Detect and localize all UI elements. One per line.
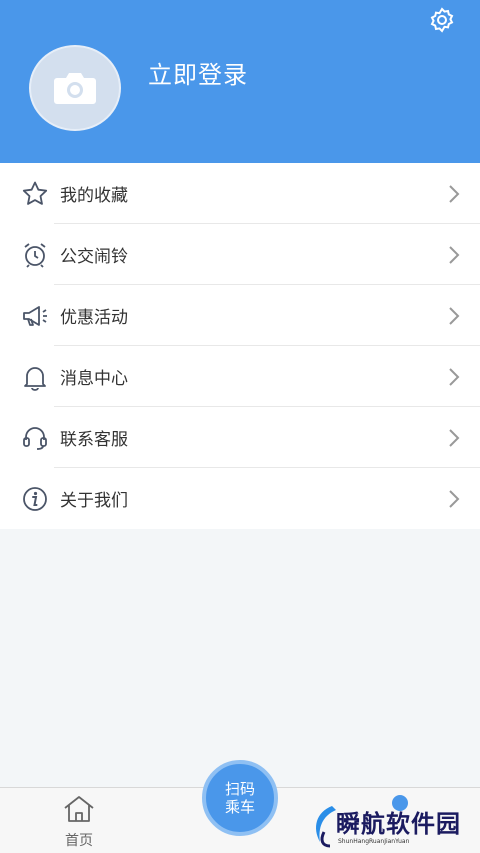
scan-label-line2: 乘车 (224, 798, 255, 816)
menu-item-favorites[interactable]: 我的收藏 (0, 163, 480, 224)
star-icon (22, 181, 48, 205)
watermark-name: 瞬航软件园 (336, 810, 461, 838)
chevron-right-icon (449, 185, 460, 203)
menu-list: 我的收藏 公交闹铃 优惠活动 消息中心 联系客服 关于我们 (0, 163, 480, 529)
menu-item-label: 联系客服 (60, 430, 128, 450)
bell-icon (24, 367, 46, 391)
profile-header: 立即登录 (0, 0, 480, 163)
menu-item-bus-alarm[interactable]: 公交闹铃 (0, 224, 480, 285)
menu-item-promotions[interactable]: 优惠活动 (0, 285, 480, 346)
login-button[interactable]: 立即登录 (148, 55, 248, 90)
menu-item-about-us[interactable]: 关于我们 (0, 468, 480, 529)
chevron-right-icon (449, 368, 460, 386)
avatar[interactable] (29, 45, 121, 131)
menu-item-label: 消息中心 (60, 369, 128, 389)
menu-item-label: 我的收藏 (60, 186, 128, 206)
home-icon (64, 796, 94, 822)
scan-label-line1: 扫码 (224, 780, 255, 798)
megaphone-icon (23, 306, 47, 326)
menu-item-label: 优惠活动 (60, 308, 128, 328)
headset-icon (23, 427, 47, 450)
menu-item-label: 关于我们 (60, 491, 128, 511)
chevron-right-icon (449, 490, 460, 508)
alarm-clock-icon (24, 243, 46, 268)
menu-item-customer-service[interactable]: 联系客服 (0, 407, 480, 468)
watermark-sub: ShunHangRuanJianYuan (338, 838, 410, 845)
camera-icon (54, 73, 96, 104)
menu-item-messages[interactable]: 消息中心 (0, 346, 480, 407)
tab-home-label: 首页 (65, 833, 93, 849)
settings-gear-icon[interactable] (428, 6, 456, 34)
watermark-logo: 瞬航软件园 ShunHangRuanJianYuan (310, 800, 475, 850)
info-icon (23, 487, 47, 511)
chevron-right-icon (449, 429, 460, 447)
scan-to-ride-button[interactable]: 扫码 乘车 (202, 760, 278, 836)
chevron-right-icon (449, 246, 460, 264)
menu-item-label: 公交闹铃 (60, 247, 128, 267)
tab-home[interactable]: 首页 (54, 794, 104, 850)
chevron-right-icon (449, 307, 460, 325)
